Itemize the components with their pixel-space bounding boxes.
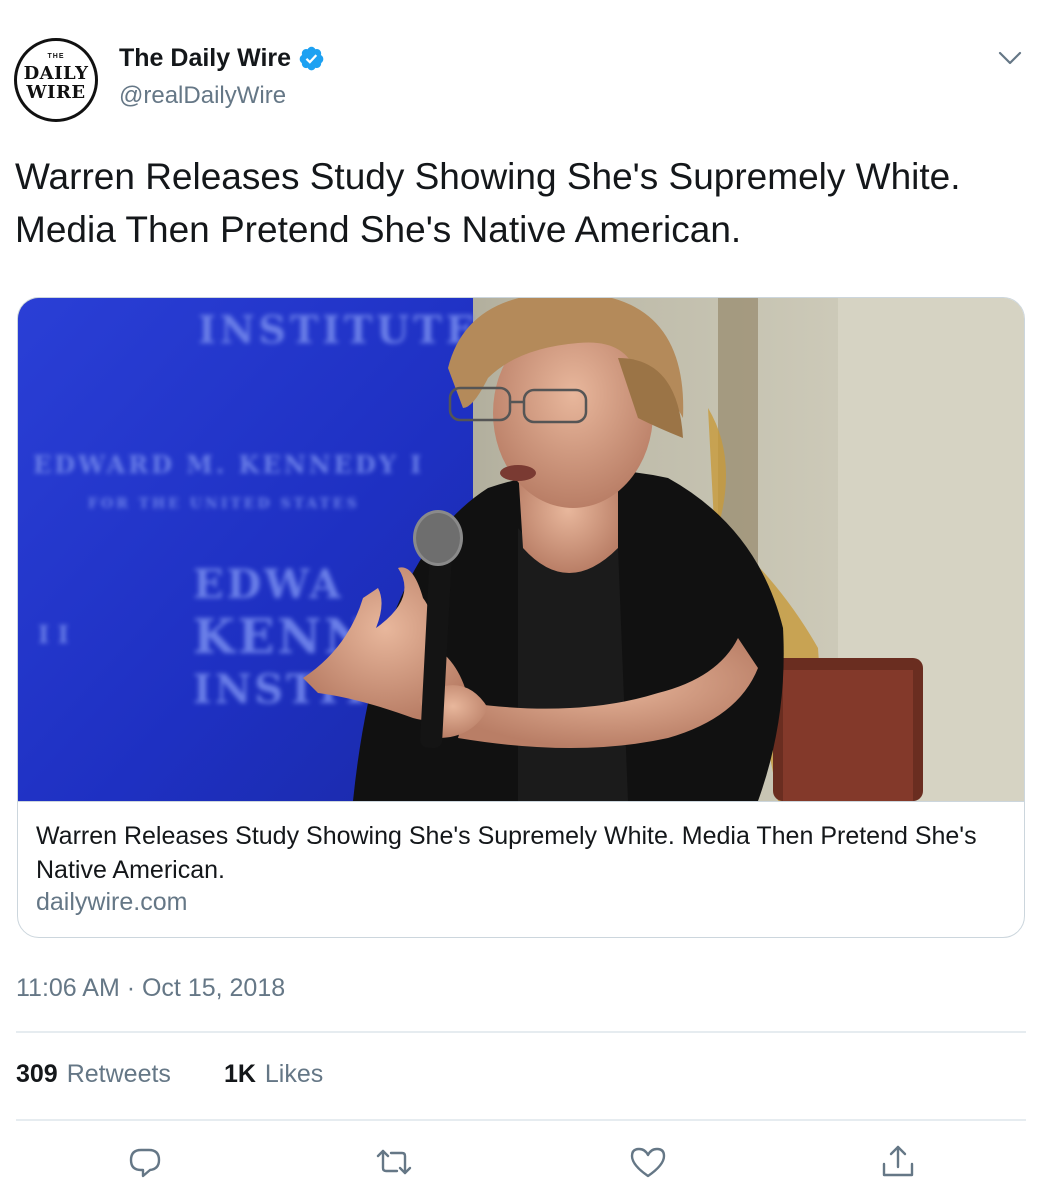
tweet-timestamp[interactable]: 11:06 AM · Oct 15, 2018 [16, 974, 285, 1003]
link-card[interactable]: INSTITUTE EDWARD M. KENNEDY I FOR THE UN… [17, 297, 1025, 938]
tweet-actions [0, 1140, 1045, 1190]
likes-count: 1K [223, 1060, 256, 1088]
svg-text:I I: I I [38, 620, 69, 649]
chevron-down-icon[interactable] [996, 48, 1024, 68]
logo-line-2: WIRE [26, 82, 86, 103]
verified-badge-icon [299, 46, 324, 71]
divider [16, 1119, 1026, 1121]
retweet-button[interactable] [372, 1140, 416, 1184]
likes-label: Likes [264, 1060, 324, 1088]
svg-text:EDWA: EDWA [193, 561, 344, 608]
retweet-icon [376, 1149, 412, 1175]
tweet: THE DAILY WIRE The Daily Wire @realDaily… [0, 0, 1045, 1200]
card-body[interactable]: Warren Releases Study Showing She's Supr… [18, 801, 1024, 937]
logo-small-text: THE [47, 53, 65, 60]
retweets-label: Retweets [66, 1060, 171, 1088]
likes-stat[interactable]: 1K Likes [224, 1060, 323, 1089]
share-button[interactable] [876, 1140, 920, 1184]
svg-text:FOR THE UNITED STATES: FOR THE UNITED STATES [88, 496, 360, 512]
svg-text:INSTITUTE: INSTITUTE [198, 307, 479, 352]
reply-icon [129, 1148, 161, 1178]
avatar[interactable]: THE DAILY WIRE [14, 38, 98, 122]
tweet-text: Warren Releases Study Showing She's Supr… [15, 156, 961, 250]
share-icon [882, 1145, 914, 1177]
logo-line-1: DAILY [23, 63, 89, 84]
retweets-stat[interactable]: 309 Retweets [16, 1060, 171, 1089]
svg-text:EDWARD M. KENNEDY I: EDWARD M. KENNEDY I [33, 450, 424, 479]
card-title[interactable]: Warren Releases Study Showing She's Supr… [36, 819, 996, 887]
like-button[interactable] [626, 1140, 670, 1184]
retweets-count: 309 [16, 1060, 58, 1088]
author-handle[interactable]: @realDailyWire [119, 82, 286, 110]
display-name[interactable]: The Daily Wire [119, 44, 291, 73]
reply-button[interactable] [123, 1140, 167, 1184]
heart-icon [630, 1147, 666, 1178]
divider [16, 1031, 1026, 1033]
author-name-row[interactable]: The Daily Wire [119, 44, 325, 73]
tweet-stats: 309 Retweets 1K Likes [16, 1060, 376, 1089]
card-image[interactable]: INSTITUTE EDWARD M. KENNEDY I FOR THE UN… [18, 298, 1025, 801]
card-domain[interactable]: dailywire.com [36, 888, 187, 917]
